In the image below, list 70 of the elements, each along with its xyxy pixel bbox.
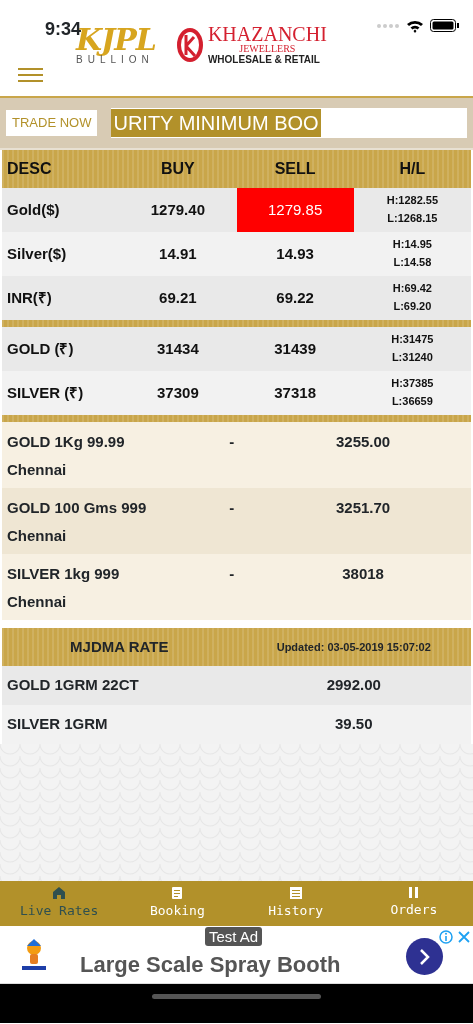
signal-icon [376,21,400,30]
table-cell-text: 3251.70 [335,498,392,518]
logo-tagline: WHOLESALE & RETAIL [207,54,321,65]
table-cell-text: INR(₹) [6,287,53,308]
pause-icon [409,887,419,899]
column-header: DESC [6,159,53,179]
info-icon[interactable] [439,930,453,944]
low-value: L:31240 [390,350,434,365]
table-cell-text: 37309 [156,382,200,403]
ring-logo-icon [175,26,204,63]
table-cell-text: 39.50 [333,714,374,735]
high-value: H:1282.55 [385,193,440,209]
logo-subtitle: BULLION [76,54,154,65]
table-cell-text: 69.21 [158,287,198,308]
nav-tab[interactable]: Orders [354,881,473,926]
document-icon [172,886,183,899]
section-title: MJDMA RATE [69,636,170,657]
column-header: SELL [273,159,317,179]
table-cell-text: SILVER 1kg 999 Chennai [6,564,121,612]
logo-title: KHAZANCHI [207,24,327,44]
table-cell: 1279.85 [236,188,354,232]
trade-now-button[interactable]: TRADE NOW [6,110,98,136]
home-icon [53,886,66,899]
ad-headline: Large Scale Spray Booth [80,951,341,978]
list-icon [289,886,302,899]
battery-icon [430,19,459,32]
table-cell-text: SILVER (₹) [6,382,85,403]
table-cell-text: 14.91 [158,243,198,264]
nav-tab[interactable]: Booking [118,881,237,926]
table-cell-text: 69.22 [275,287,315,308]
logo-subtitle: JEWELLERS [238,44,297,54]
nav-tab[interactable]: Live Rates [0,881,119,926]
table-cell-text: 38018 [341,564,385,584]
low-value: L:14.58 [392,255,433,270]
table-cell-text: 1279.40 [149,199,206,220]
high-value: H:69.42 [391,281,433,297]
table-cell-text: GOLD (₹) [6,338,75,359]
low-value: L:1268.15 [386,211,439,226]
menu-icon [18,68,43,82]
table-cell-text: - [228,432,236,452]
table-cell-text: SILVER 1GRM [6,714,109,735]
table-cell-text: 31434 [156,338,200,359]
ticker-text: URITY MINIMUM BOO [111,109,321,137]
ad-arrow-button[interactable] [406,938,443,975]
table-cell-text: - [228,564,236,584]
table-cell-text: GOLD 100 Gms 999 Chennai [6,498,148,546]
table-cell-text: Gold($) [6,199,61,220]
table-cell-text: 31439 [273,338,317,359]
table-cell-text: GOLD 1Kg 99.99 Chennai [6,432,126,480]
table-cell-text: Silver($) [6,243,68,264]
test-ad-label: Test Ad [205,927,263,946]
updated-time: Updated: 03-05-2019 15:07:02 [275,639,432,655]
high-value: H:14.95 [391,237,433,253]
table-cell-text: 3255.00 [335,432,392,452]
close-icon[interactable] [458,931,470,943]
high-value: H:31475 [390,332,435,348]
table-cell-text: GOLD 1GRM 22CT [6,675,140,696]
nav-tab[interactable]: History [236,881,355,926]
low-value: L:69.20 [392,299,433,314]
high-value: H:37385 [390,376,435,392]
table-cell-text: - [228,498,236,518]
low-value: L:36659 [390,394,434,409]
menu-button[interactable] [18,68,43,82]
table-cell-text: 2992.00 [325,675,382,696]
table-cell-text: 37318 [273,382,317,403]
column-header: H/L [398,159,427,179]
column-header: BUY [160,159,196,179]
chevron-right-icon [419,947,430,966]
wifi-icon [406,18,424,33]
table-cell-text: 14.93 [275,243,315,264]
